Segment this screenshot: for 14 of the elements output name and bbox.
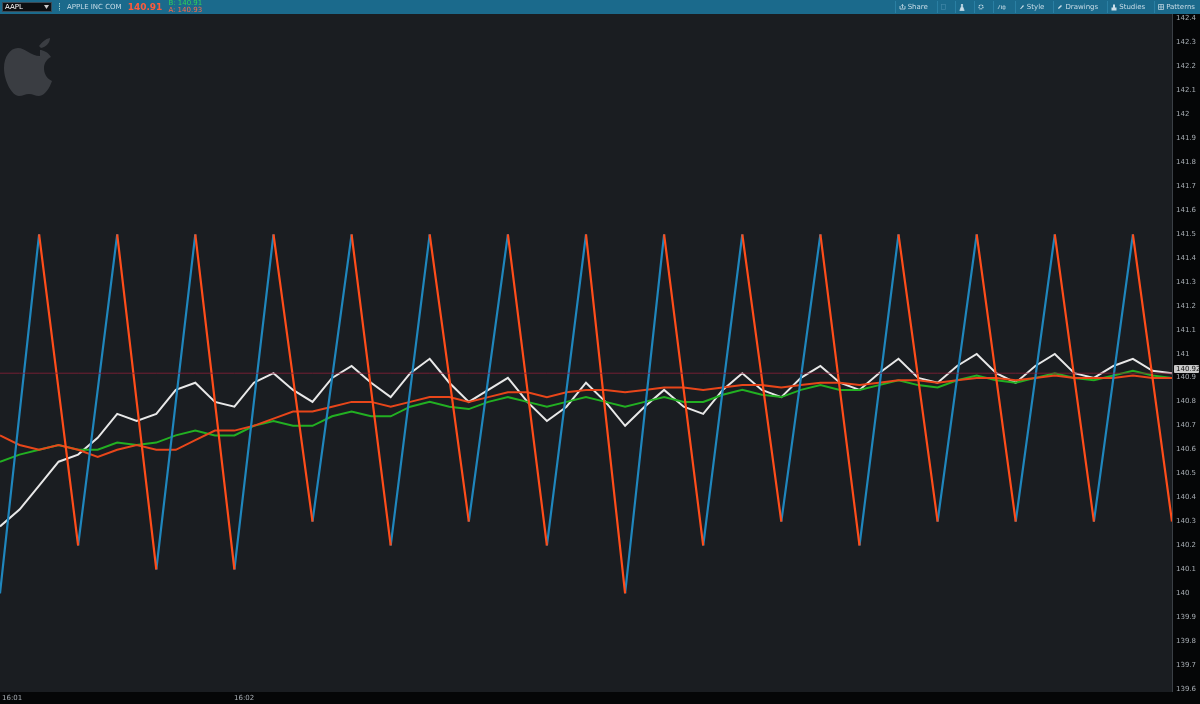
patterns-icon bbox=[1158, 4, 1165, 10]
settings-icon bbox=[977, 4, 984, 10]
brush-icon bbox=[1018, 4, 1025, 10]
toolbar-button[interactable] bbox=[973, 1, 987, 13]
flask-icon bbox=[958, 3, 965, 11]
toolbar-button[interactable] bbox=[954, 1, 968, 13]
caret-icon bbox=[44, 5, 49, 9]
box-icon bbox=[940, 4, 946, 10]
ratio-icon bbox=[996, 4, 1006, 10]
toolbar-button[interactable] bbox=[992, 1, 1009, 13]
last-price: 140.91 bbox=[127, 2, 163, 12]
pencil-icon bbox=[1057, 4, 1064, 10]
apple-logo-icon bbox=[4, 38, 52, 96]
share-icon bbox=[898, 4, 906, 10]
